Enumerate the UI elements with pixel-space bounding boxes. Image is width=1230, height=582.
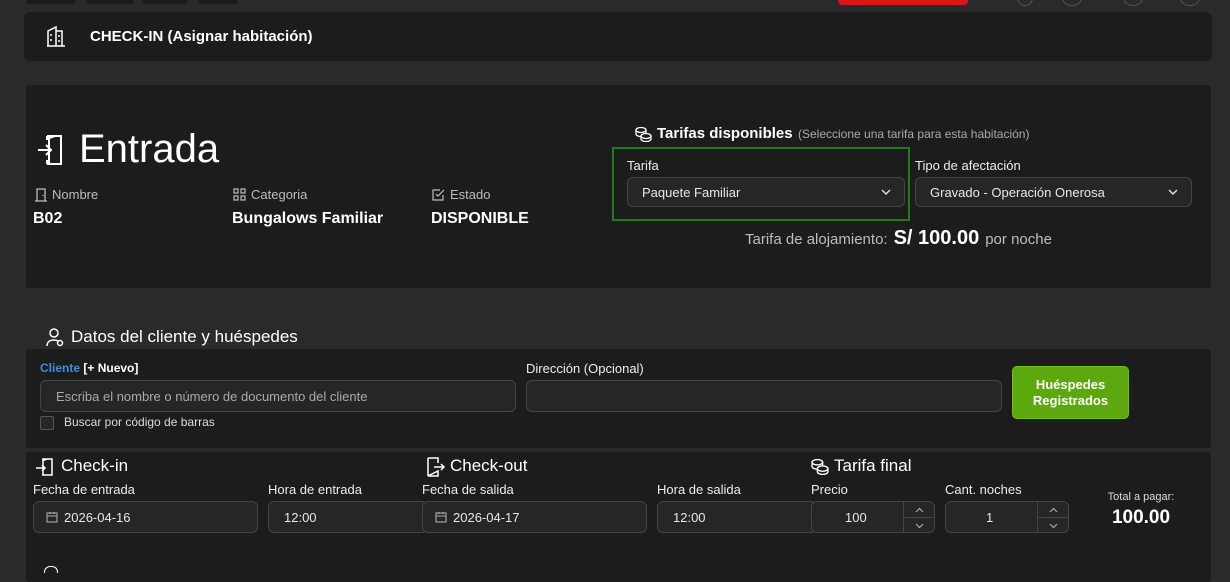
building-icon (46, 25, 66, 47)
total-value: 100.00 (1111, 507, 1171, 528)
noches-label: Cant. noches (945, 482, 1022, 497)
barcode-label: Buscar por código de barras (64, 415, 215, 429)
next-section-icon (44, 566, 58, 573)
toolbar-button[interactable] (26, 0, 76, 4)
chevron-up-icon[interactable] (1038, 502, 1068, 518)
precio-input[interactable]: 100 (811, 501, 935, 533)
user-icon (46, 327, 64, 347)
cliente-label: Cliente (40, 361, 81, 375)
cliente-label-row: Cliente [+ Nuevo] (40, 361, 138, 375)
coins-icon (635, 126, 652, 142)
coins-icon (811, 458, 829, 475)
checkout-icon (425, 456, 445, 478)
toolbar-button[interactable] (142, 0, 188, 4)
toolbar-icon[interactable] (1017, 0, 1033, 6)
fecha-entrada-value: 2026-04-16 (64, 509, 131, 525)
fecha-entrada-input[interactable]: 2026-04-16 (33, 501, 258, 533)
afectacion-select-value: Gravado - Operación Onerosa (930, 184, 1105, 200)
precio-label: Precio (811, 482, 848, 497)
checkin-title: Check-in (61, 456, 129, 475)
noches-value: 1 (986, 509, 994, 525)
alojamiento-amount: S/ 100.00 (893, 227, 980, 249)
total-box: Total a pagar: 100.00 (1100, 491, 1182, 529)
chevron-up-icon[interactable] (904, 502, 934, 518)
fecha-salida-value: 2026-04-17 (453, 509, 520, 525)
cliente-search-input[interactable] (40, 380, 516, 412)
hora-entrada-value: 12:00 (284, 509, 317, 525)
chevron-down-icon[interactable] (904, 518, 934, 533)
page-title: CHECK-IN (Asignar habitación) (90, 28, 313, 45)
alojamiento-label: Tarifa de alojamiento: (745, 231, 888, 248)
check-square-icon (432, 188, 445, 201)
toolbar-button[interactable] (198, 0, 238, 4)
toolbar-icon[interactable] (1062, 0, 1082, 6)
hora-salida-value: 12:00 (673, 509, 706, 525)
tarifa-alojamiento: Tarifa de alojamiento: S/ 100.00 por noc… (745, 227, 1052, 250)
chevron-down-icon[interactable] (1038, 518, 1068, 533)
checkout-title: Check-out (450, 456, 528, 475)
tarifa-label: Tarifa (627, 158, 659, 173)
category-icon (233, 188, 246, 201)
categoria-value: Bungalows Familiar (232, 210, 384, 227)
total-label: Total a pagar: (1107, 491, 1175, 503)
avatar[interactable] (1180, 0, 1200, 6)
checkin-icon (35, 457, 55, 477)
toolbar-button[interactable] (86, 0, 134, 4)
precio-spinner[interactable] (903, 502, 934, 532)
header-bar: CHECK-IN (Asignar habitación) (24, 12, 1212, 61)
alojamiento-suffix: por noche (985, 231, 1052, 248)
nuevo-cliente-link[interactable]: [+ Nuevo] (83, 361, 138, 375)
fecha-salida-input[interactable]: 2026-04-17 (422, 501, 647, 533)
afectacion-select[interactable]: Gravado - Operación Onerosa (915, 177, 1192, 207)
hora-entrada-input[interactable]: 12:00 (268, 501, 428, 533)
huespedes-button-label: Huéspedes Registrados (1032, 376, 1109, 408)
fecha-salida-label: Fecha de salida (422, 482, 514, 497)
hora-salida-input[interactable]: 12:00 (657, 501, 817, 533)
noches-input[interactable]: 1 (945, 501, 1069, 533)
direccion-input[interactable] (526, 380, 1002, 412)
toolbar-red-button[interactable] (838, 0, 968, 5)
direccion-label: Dirección (Opcional) (526, 361, 644, 376)
cliente-section-title: Datos del cliente y huéspedes (71, 327, 298, 346)
fecha-entrada-label: Fecha de entrada (33, 482, 135, 497)
room-heading: Entrada (79, 127, 220, 171)
estado-label: Estado (450, 187, 491, 202)
precio-value: 100 (845, 509, 867, 525)
categoria-label: Categoria (251, 187, 308, 202)
estado-value: DISPONIBLE (431, 210, 529, 227)
calendar-icon (435, 511, 447, 523)
afectacion-label: Tipo de afectación (915, 158, 1021, 173)
hora-salida-label: Hora de salida (657, 482, 741, 497)
chevron-down-icon (1167, 186, 1179, 198)
barcode-checkbox[interactable] (40, 416, 54, 430)
toolbar-icon[interactable] (1123, 0, 1143, 6)
tarifas-title: Tarifas disponibles (657, 125, 793, 142)
tarifa-select[interactable]: Paquete Familiar (627, 177, 905, 207)
calendar-icon (46, 511, 58, 523)
tarifas-subtitle: (Seleccione una tarifa para esta habitac… (798, 127, 1030, 141)
nombre-value: B02 (33, 210, 63, 227)
chevron-down-icon (880, 186, 892, 198)
tarifa-select-value: Paquete Familiar (642, 184, 741, 200)
huespedes-registrados-button[interactable]: Huéspedes Registrados (1012, 366, 1129, 419)
door-icon (34, 188, 48, 202)
nombre-label: Nombre (52, 187, 99, 202)
hora-entrada-label: Hora de entrada (268, 482, 362, 497)
entrada-icon (35, 132, 67, 166)
tarifa-final-title: Tarifa final (834, 456, 912, 475)
noches-spinner[interactable] (1037, 502, 1068, 532)
